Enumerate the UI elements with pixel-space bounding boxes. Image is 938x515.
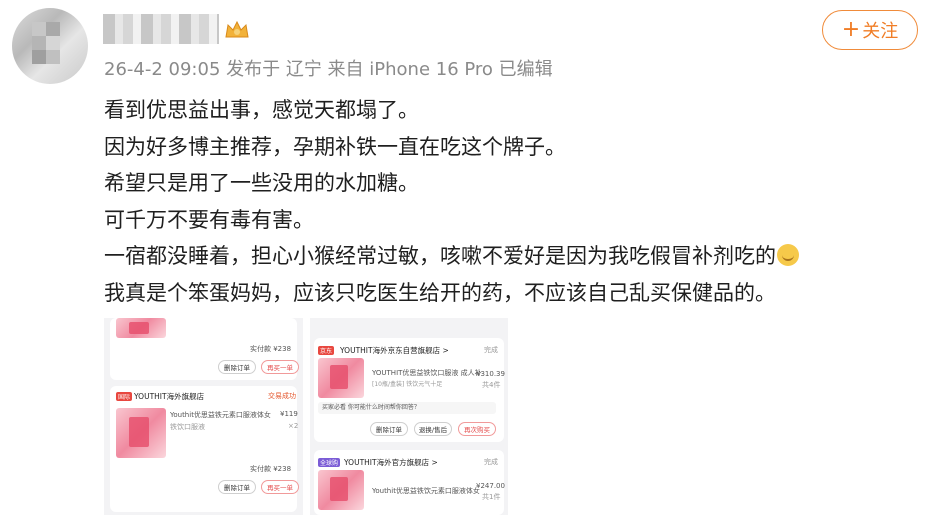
item-spec: [10瓶/盒装] 铁饮元气十足 [372,381,443,388]
post-meta: 26-4-2 09:05 发布于 辽宁 来自 iPhone 16 Pro 已编辑 [104,59,553,80]
item-price: ¥119 [280,410,298,418]
post-line: 可千万不要有毒有害。 [104,207,314,232]
item-spec: 铁饮口服液 [170,423,205,431]
store-badge: 全球购 [318,458,341,467]
plus-icon: + [841,17,861,42]
store-badge: 国际 [116,392,133,401]
item-qty: 共4件 [482,381,501,389]
post-line: 因为好多博主推荐，孕期补铁一直在吃这个牌子。 [104,134,566,159]
item-title: Youthit优思益铁饮元素口服液体女 [372,487,480,495]
post-line: 我真是个笨蛋妈妈，应该只吃医生给开的药，不应该自己乱买保健品的。 [104,280,776,305]
store-name[interactable]: YOUTHIT海外京东自营旗舰店 > [340,345,449,356]
post-image-1[interactable]: 实付款 ¥238 删除订单 再买一单 国际 YOUTHIT海外旗舰店 交易成功 … [104,318,303,515]
rebuy-button[interactable]: 再买一单 [261,360,299,374]
vip-crown-icon [225,20,249,38]
order-status: 完成 [484,458,498,466]
store-name[interactable]: YOUTHIT海外官方旗舰店 > [344,457,438,468]
post-line-text: 一宿都没睡着，担心小猴经常过敏，咳嗽不爱好是因为我吃假冒补剂吃的 [104,244,776,268]
item-price: ¥247.00 [476,482,505,490]
store-badge: 京东 [318,346,335,355]
username-blurred[interactable] [103,14,219,44]
product-thumb [116,318,166,338]
emoji-icon [777,244,799,266]
delete-order-button[interactable]: 删除订单 [218,480,256,494]
return-button[interactable]: 退换/售后 [414,422,452,436]
post-line: 一宿都没睡着，担心小猴经常过敏，咳嗽不爱好是因为我吃假冒补剂吃的 [104,238,799,275]
delete-order-button[interactable]: 删除订单 [370,422,408,436]
store-name[interactable]: YOUTHIT海外旗舰店 [134,391,204,402]
product-thumb [318,470,364,510]
post-line: 希望只是用了一些没用的水加糖。 [104,171,419,195]
buyer-question[interactable]: 买家必看 你可能什么时间帮你回答？ [318,402,496,414]
order-status: 交易成功 [268,392,296,400]
order-status: 完成 [484,346,498,354]
rebuy-button[interactable]: 再买一单 [261,480,299,494]
delete-order-button[interactable]: 删除订单 [218,360,256,374]
item-price: ¥310.39 [476,370,505,378]
avatar[interactable] [12,8,88,84]
post-line: 看到优思益出事，感觉天都塌了。 [104,98,419,122]
item-qty: ×2 [288,422,299,430]
post-image-2[interactable]: 京东 YOUTHIT海外京东自营旗舰店 > 完成 YOUTHIT优思益铁饮口服液… [310,318,508,515]
follow-label: 关注 [862,21,899,42]
paid-amount: 实付款 ¥238 [250,345,292,353]
item-title: YOUTHIT优思益铁饮口服液 成人补 [372,369,482,377]
order-card: 京东 YOUTHIT海外京东自营旗舰店 > 完成 YOUTHIT优思益铁饮口服液… [314,338,505,442]
order-card: 全球购 YOUTHIT海外官方旗舰店 > 完成 Youthit优思益铁饮元素口服… [314,450,505,515]
buy-again-button[interactable]: 再次购买 [458,422,496,436]
product-thumb [318,358,364,398]
order-card: 实付款 ¥238 删除订单 再买一单 [110,318,299,380]
order-card: 国际 YOUTHIT海外旗舰店 交易成功 Youthit优思益铁元素口服液体女 … [110,386,299,512]
item-qty: 共1件 [482,493,501,501]
follow-button[interactable]: + 关注 [822,10,918,50]
post-body: 看到优思益出事，感觉天都塌了。 因为好多博主推荐，孕期补铁一直在吃这个牌子。 希… [104,92,799,311]
item-title: Youthit优思益铁元素口服液体女 [170,411,271,419]
paid-amount: 实付款 ¥238 [250,465,292,473]
product-thumb [116,408,166,458]
